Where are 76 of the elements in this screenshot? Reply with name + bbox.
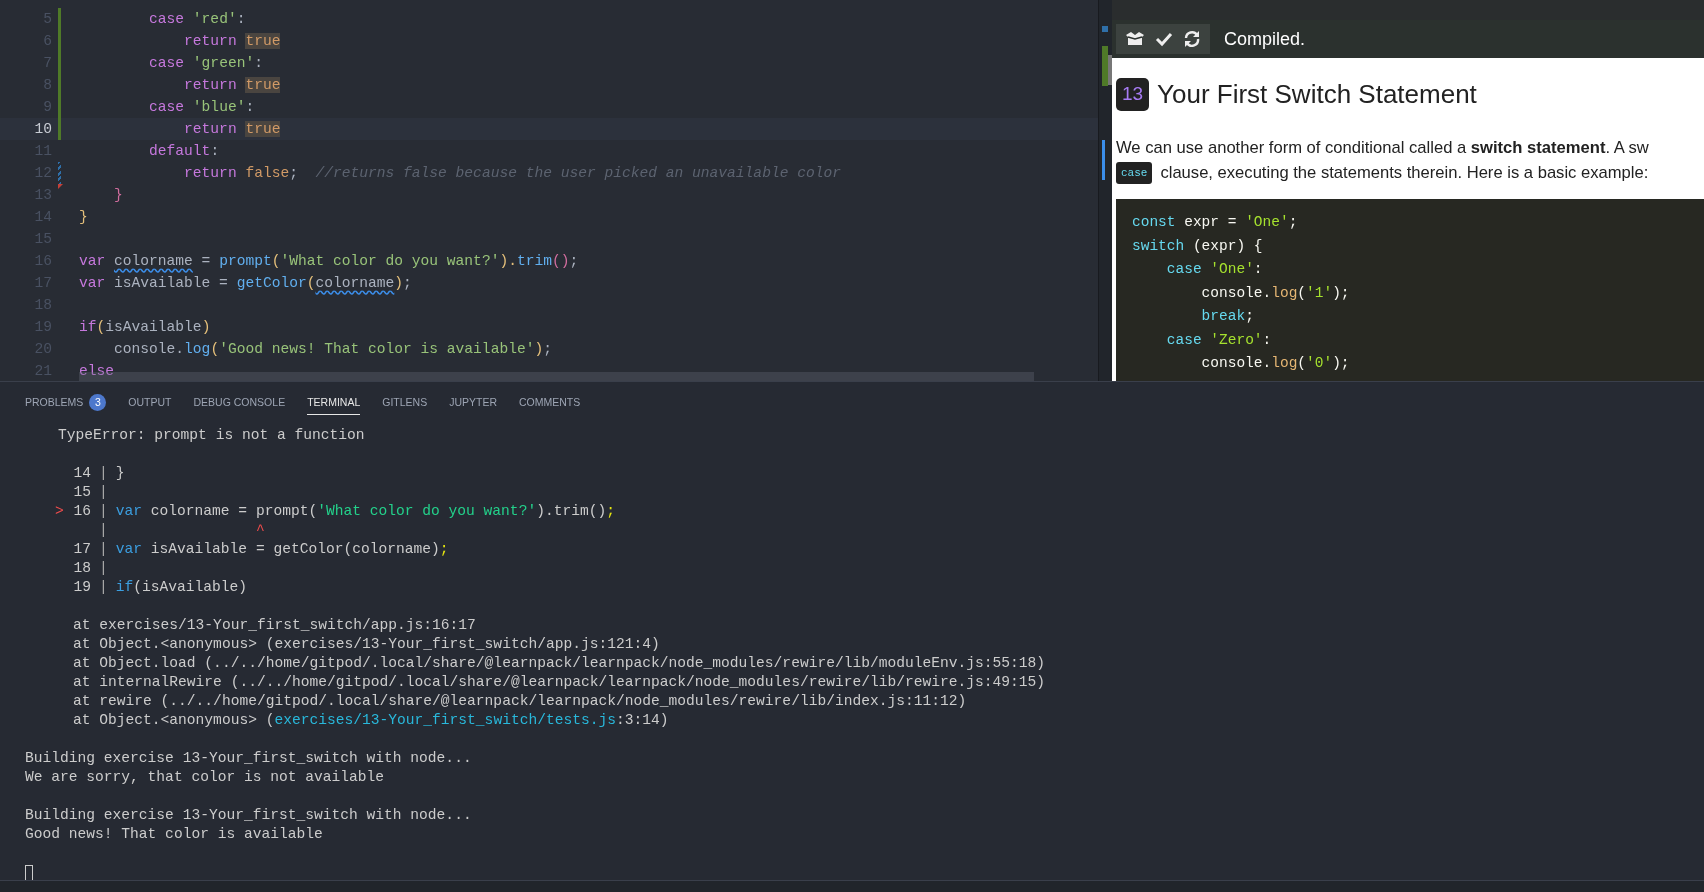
- code-line: return true: [183, 76, 281, 95]
- exercise-number: 13: [1116, 77, 1149, 111]
- panel-tab[interactable]: GITLENS: [382, 390, 428, 415]
- stack-trace-line: at rewire (../../home/gitpod/.local/share/@learnpack/learnpack/node_modules/rewire/lib/index.js:11:12): [73, 692, 967, 711]
- code-line: console.log('0');: [1200, 354, 1351, 373]
- code-line: case 'Zero':: [1165, 330, 1273, 350]
- stack-trace-line: at internalRewire (../../home/gitpod/.local/share/@learnpack/learnpack/node_modules/rewire/lib/rewire.js:49:15): [73, 673, 1046, 692]
- code-line: case 'blue':: [148, 98, 255, 117]
- inline-code: case: [1116, 162, 1153, 184]
- stack-trace-line: at exercises/13-Your_first_switch/app.js:16:17: [73, 616, 476, 635]
- separator: |: [99, 464, 108, 483]
- line-number: 16: [73, 502, 91, 521]
- code-line: }: [113, 186, 123, 205]
- separator: |: [99, 578, 108, 597]
- panel-tab[interactable]: COMMENTS: [519, 390, 581, 415]
- error-marker: >: [55, 503, 64, 519]
- tab-label[interactable]: JUPYTER: [449, 396, 497, 408]
- compile-status: Compiled.: [1224, 28, 1306, 50]
- code-line: return true: [183, 120, 281, 139]
- code-line: var colorname = prompt('What color do you want?').trim();: [115, 502, 615, 521]
- tab-label[interactable]: GITLENS: [382, 396, 428, 408]
- tab-label[interactable]: OUTPUT: [128, 396, 172, 408]
- output-line: Good news! That color is available: [25, 825, 323, 844]
- code-line: }: [79, 208, 88, 227]
- line-number: 19: [73, 578, 91, 597]
- code-line: else: [79, 362, 115, 381]
- exercise-title: Your First Switch Statement: [1157, 78, 1477, 110]
- panel-tab[interactable]: TERMINAL: [307, 390, 361, 415]
- panel-tab[interactable]: JUPYTER: [449, 390, 497, 415]
- code-line: if(isAvailable): [115, 578, 248, 597]
- separator: |: [99, 540, 108, 559]
- separator: |: [99, 502, 108, 521]
- code-line: var isAvailable = getColor(colorname);: [79, 274, 412, 293]
- output-line: Building exercise 13-Your_first_switch with node...: [25, 749, 472, 768]
- code-line: return false; //returns false because the user picked an unavailable color: [183, 164, 841, 183]
- output-line: We are sorry, that color is not available: [25, 768, 385, 787]
- paragraph: clause, executing the statements therein. Here is a basic example:: [1160, 163, 1649, 183]
- separator: |: [99, 521, 108, 540]
- tab-label[interactable]: PROBLEMS: [25, 396, 84, 408]
- code-line: return true: [183, 32, 281, 51]
- line-number: 15: [73, 483, 91, 502]
- tab-label[interactable]: TERMINAL: [307, 396, 361, 408]
- error-caret: ^: [254, 521, 265, 540]
- code-line: var isAvailable = getColor(colorname);: [115, 540, 449, 559]
- stack-trace-line: at Object.<anonymous> (exercises/13-Your_first_switch/app.js:121:4): [73, 635, 660, 654]
- code-line: case 'red':: [148, 10, 246, 29]
- code-line: break;: [1200, 307, 1255, 326]
- paragraph: We can use another form of conditional called a switch statement. A sw: [1116, 137, 1650, 159]
- stack-trace-line: at Object.load (../../home/gitpod/.local/share/@learnpack/learnpack/node_modules/rewire/lib/moduleEnv.js:55:18): [73, 654, 1046, 673]
- code-line: if(isAvailable): [79, 318, 211, 337]
- code-line: var colorname = prompt('What color do you want?').trim();: [79, 252, 579, 271]
- file-link[interactable]: exercises/13-Your_first_switch/tests.js: [274, 712, 616, 728]
- panel-tab[interactable]: DEBUG CONSOLE: [193, 390, 286, 415]
- code-line: default:: [148, 142, 220, 161]
- line-number: 14: [73, 464, 91, 483]
- line-number: 10: [33, 120, 52, 139]
- code-line: const expr = 'One';: [1132, 213, 1299, 232]
- separator: |: [99, 559, 108, 578]
- overview-ruler[interactable]: [1098, 0, 1112, 381]
- code-line: }: [115, 464, 125, 483]
- panel-tab[interactable]: PROBLEMS 3: [25, 390, 107, 415]
- code-line: case 'green':: [148, 54, 263, 73]
- code-line: switch (expr) {: [1132, 236, 1264, 256]
- output-line: Building exercise 13-Your_first_switch with node...: [25, 806, 472, 825]
- problem-count: 3: [89, 393, 107, 411]
- panel-tab[interactable]: OUTPUT: [128, 390, 172, 415]
- line-number: 17: [73, 540, 91, 559]
- tab-label[interactable]: DEBUG CONSOLE: [193, 396, 286, 408]
- error-message: TypeError: prompt is not a function: [58, 426, 365, 445]
- code-line: console.log('Good news! That color is available');: [113, 340, 552, 359]
- tab-label[interactable]: COMMENTS: [519, 396, 581, 408]
- code-line: case 'One':: [1165, 260, 1264, 279]
- stack-trace-line: at Object.<anonymous> (exercises/13-Your_first_switch/tests.js:3:14): [73, 711, 669, 730]
- separator: |: [99, 483, 108, 502]
- line-number: 18: [73, 559, 91, 578]
- code-line: console.log('1');: [1200, 283, 1351, 303]
